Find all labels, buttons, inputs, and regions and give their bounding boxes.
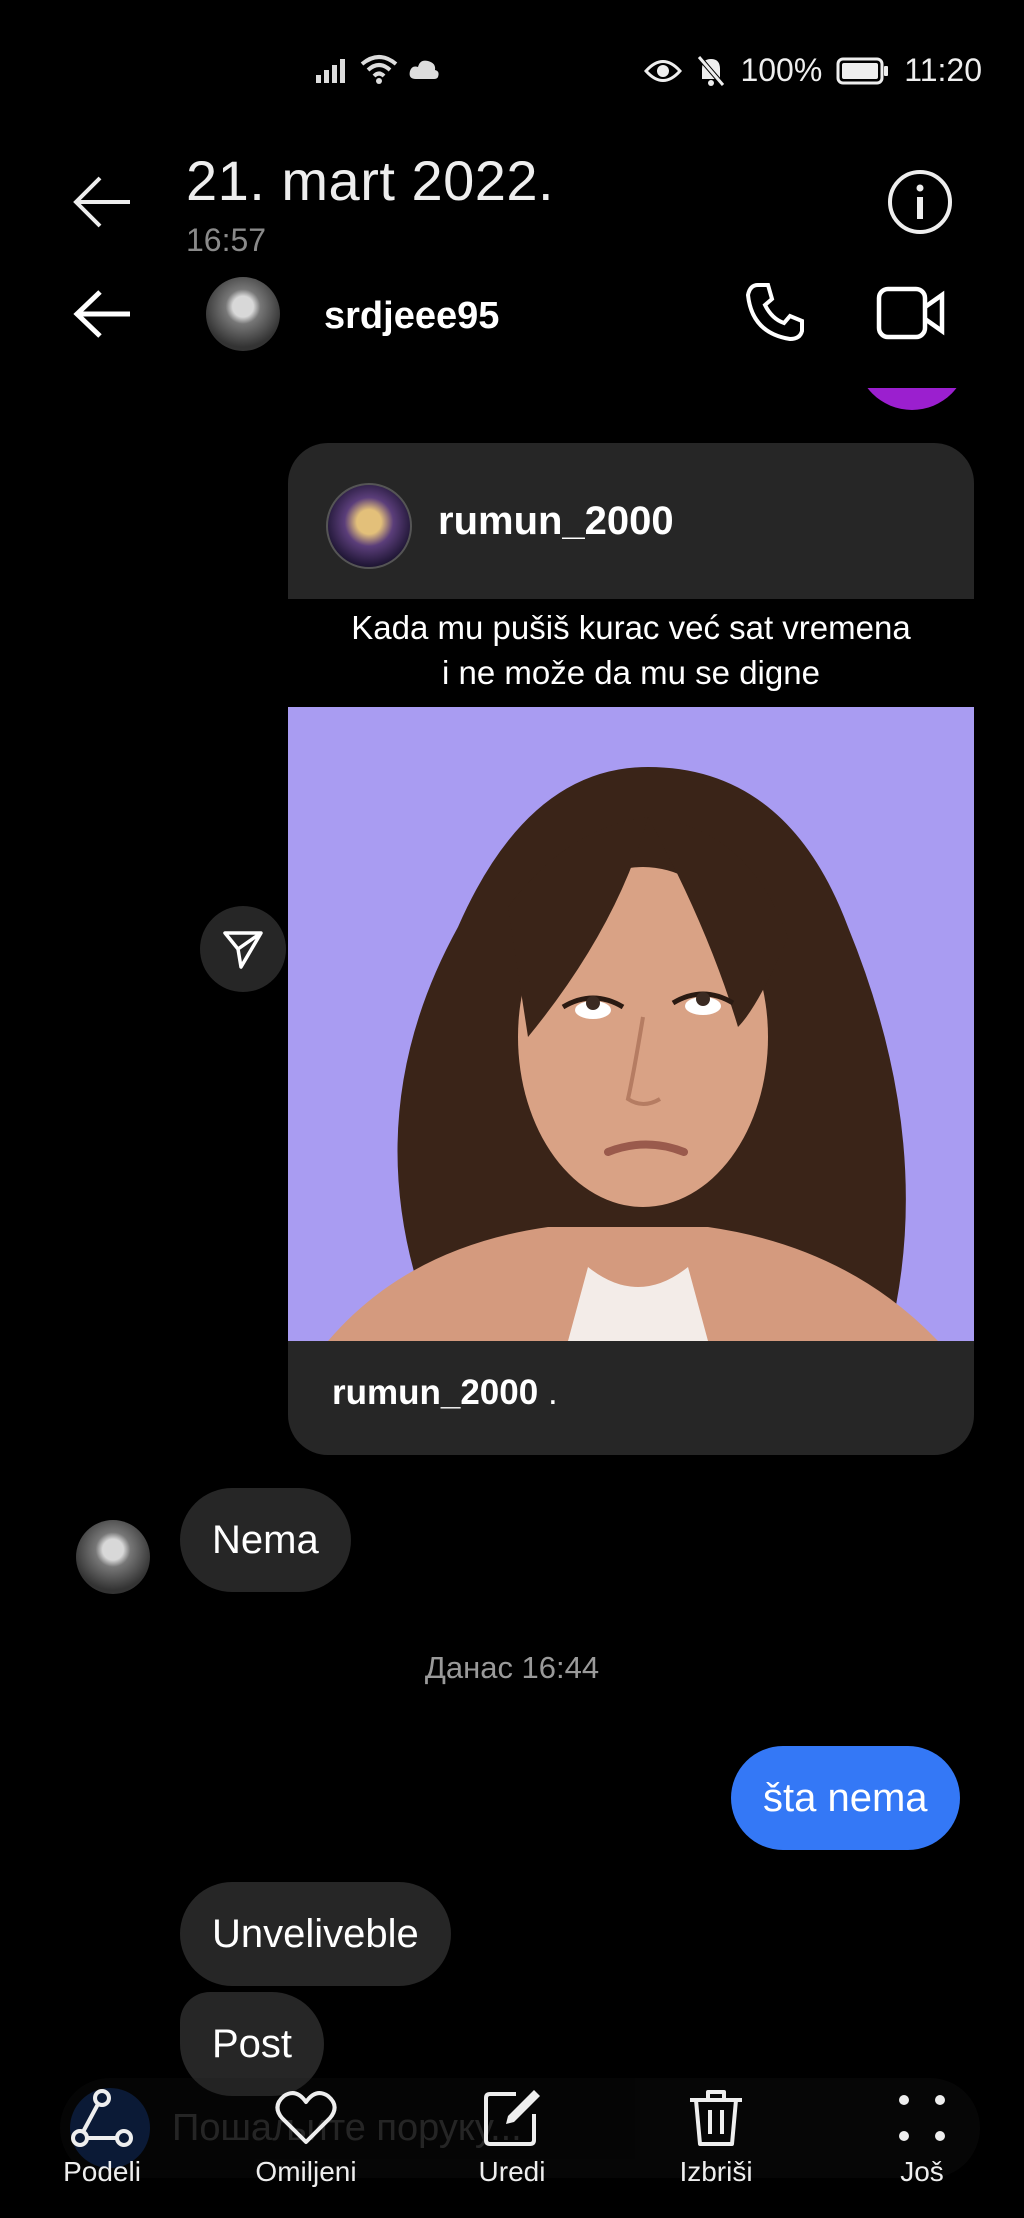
post-header[interactable]: rumun_2000 bbox=[288, 443, 974, 599]
battery-percent: 100% bbox=[740, 52, 823, 88]
edit-icon bbox=[484, 2090, 540, 2146]
post-footer-username[interactable]: rumun_2000 bbox=[332, 1373, 538, 1412]
contact-avatar[interactable] bbox=[206, 277, 280, 351]
post-meme-caption: Kada mu pušiš kurac već sat vremena i ne… bbox=[288, 599, 974, 709]
caption-line-2: i ne može da mu se digne bbox=[442, 654, 820, 691]
post-author-username[interactable]: rumun_2000 bbox=[438, 499, 674, 544]
share-label: Podeli bbox=[63, 2156, 141, 2187]
post-author-avatar[interactable] bbox=[326, 483, 412, 569]
bottom-toolbar: Podeli Omiljeni Uredi Izbriši Još bbox=[0, 2060, 1024, 2218]
cloud-icon bbox=[409, 60, 439, 79]
eye-icon bbox=[644, 59, 683, 82]
share-icon bbox=[71, 2089, 133, 2147]
more-button[interactable]: Još bbox=[852, 2088, 992, 2188]
more-dots-icon bbox=[899, 2095, 945, 2141]
favorite-button[interactable]: Omiljeni bbox=[236, 2088, 376, 2188]
delete-button[interactable]: Izbriši bbox=[646, 2088, 786, 2188]
meme-photo bbox=[288, 707, 974, 1341]
post-footer: rumun_2000 . bbox=[332, 1373, 558, 1413]
message-outgoing[interactable]: šta nema bbox=[731, 1746, 960, 1850]
message-incoming[interactable]: Nema bbox=[180, 1488, 351, 1592]
forward-button[interactable] bbox=[200, 906, 286, 992]
delete-label: Izbriši bbox=[679, 2156, 753, 2187]
share-button[interactable]: Podeli bbox=[32, 2088, 172, 2188]
post-image[interactable] bbox=[288, 707, 974, 1341]
status-bar: 100% 11:20 bbox=[0, 0, 1024, 150]
edit-button[interactable]: Uredi bbox=[442, 2088, 582, 2188]
photo-time: 16:57 bbox=[186, 222, 267, 258]
contact-username[interactable]: srdjeee95 bbox=[324, 295, 499, 338]
message-incoming[interactable]: Unveliveble bbox=[180, 1882, 451, 1986]
chat-header: srdjeee95 bbox=[0, 265, 1024, 375]
battery-icon bbox=[836, 57, 889, 84]
shared-post-card[interactable]: rumun_2000 Kada mu pušiš kurac već sat v… bbox=[288, 443, 974, 1455]
clock: 11:20 bbox=[904, 52, 982, 88]
message-timestamp: Данас 16:44 bbox=[424, 1650, 600, 1685]
favorite-label: Omiljeni bbox=[255, 2156, 357, 2187]
more-label: Još bbox=[900, 2156, 944, 2187]
gallery-back-icon[interactable] bbox=[72, 174, 134, 230]
info-icon[interactable] bbox=[886, 168, 954, 236]
trash-icon bbox=[690, 2090, 742, 2146]
gallery-header: 21. mart 2022. 16:57 bbox=[0, 140, 1024, 270]
post-footer-text: . bbox=[538, 1373, 558, 1412]
sender-avatar[interactable] bbox=[76, 1520, 150, 1594]
mute-bell-icon bbox=[697, 54, 726, 87]
status-right-icons: 100% 11:20 bbox=[644, 52, 982, 89]
status-left-icons bbox=[316, 54, 440, 84]
heart-icon bbox=[275, 2091, 337, 2144]
signal-icon bbox=[316, 59, 345, 83]
photo-date: 21. mart 2022. bbox=[186, 149, 555, 212]
paper-plane-icon bbox=[223, 931, 263, 969]
phone-call-icon[interactable] bbox=[744, 281, 806, 343]
chat-back-icon[interactable] bbox=[72, 289, 134, 339]
caption-line-1: Kada mu pušiš kurac već sat vremena bbox=[351, 609, 911, 646]
wifi-icon bbox=[360, 55, 398, 84]
edit-label: Uredi bbox=[478, 2156, 546, 2187]
video-call-icon[interactable] bbox=[876, 285, 946, 341]
